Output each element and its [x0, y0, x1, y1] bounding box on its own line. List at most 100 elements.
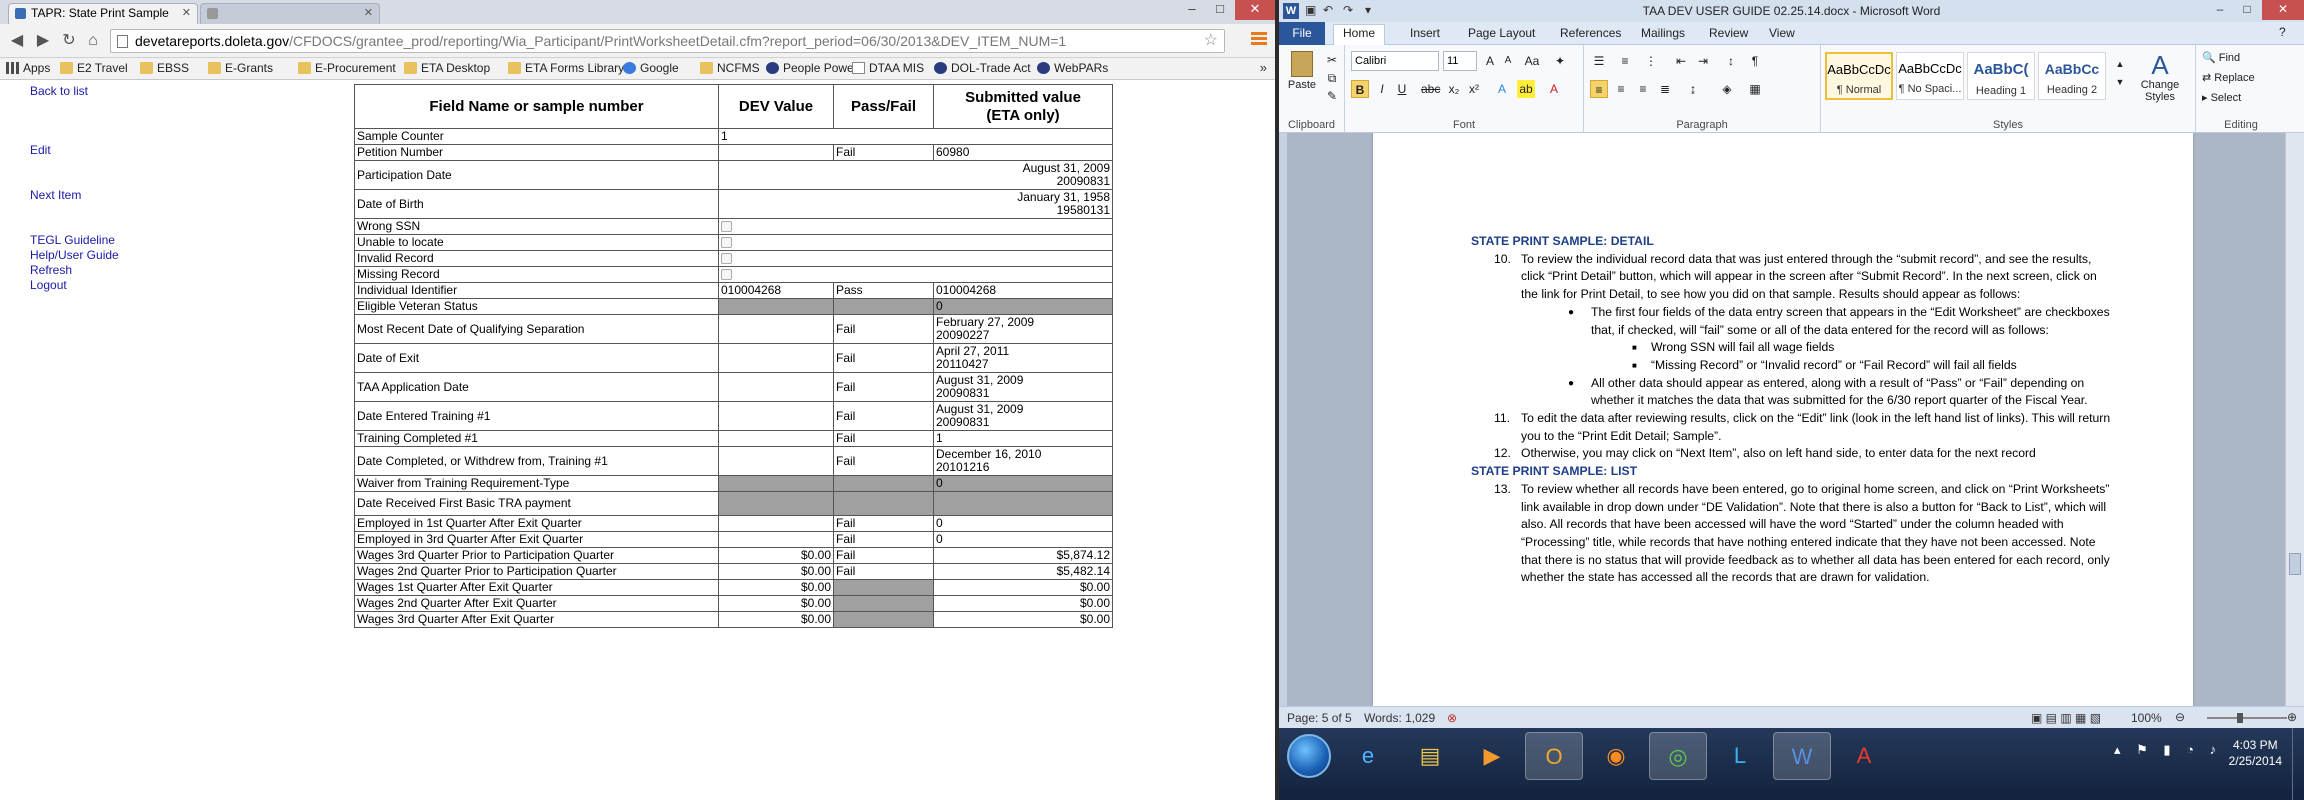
word-minimize-button[interactable]: – — [2207, 0, 2233, 20]
change-case-icon[interactable]: Aa — [1523, 52, 1541, 70]
styles-scroll-up-icon[interactable]: ▲ — [2111, 55, 2129, 73]
edit-link[interactable]: Edit — [30, 143, 51, 157]
style-heading-2[interactable]: AaBbCc Heading 2 — [2038, 52, 2106, 100]
align-left-icon[interactable]: ≡ — [1590, 80, 1608, 98]
close-button[interactable]: ✕ — [1235, 0, 1275, 20]
tab-home[interactable]: Home — [1333, 24, 1386, 45]
superscript-icon[interactable]: x² — [1465, 80, 1483, 98]
start-button[interactable] — [1287, 734, 1331, 778]
acrobat-icon[interactable]: A — [1835, 732, 1893, 780]
logout-link[interactable]: Logout — [30, 278, 67, 292]
highlight-icon[interactable]: ab — [1517, 80, 1535, 98]
help-user-guide-link[interactable]: Help/User Guide — [30, 248, 119, 262]
strikethrough-icon[interactable]: abc — [1421, 80, 1440, 98]
minimize-button[interactable]: – — [1178, 0, 1206, 20]
document-body[interactable]: STATE PRINT SAMPLE: DETAIL 10. To review … — [1471, 233, 2111, 587]
bookmark-e-procurement[interactable]: E-Procurement — [298, 61, 396, 76]
find-button[interactable]: 🔍 Find — [2202, 51, 2240, 64]
font-size-select[interactable]: 11 — [1443, 51, 1477, 71]
cut-icon[interactable]: ✂ — [1323, 51, 1341, 69]
checkbox[interactable] — [721, 269, 732, 281]
bookmark-eta-forms-library[interactable]: ETA Forms Library — [508, 61, 624, 76]
tab-mailings[interactable]: Mailings — [1641, 25, 1685, 42]
redo-icon[interactable]: ↷ — [1343, 3, 1353, 17]
bullets-icon[interactable]: ☰ — [1590, 52, 1608, 70]
style-no-spacing[interactable]: AaBbCcDc ¶ No Spaci... — [1896, 52, 1964, 100]
address-bar[interactable]: devetareports.doleta.gov/CFDOCS/grantee_… — [110, 29, 1225, 53]
style-heading-1[interactable]: AaBbC(Heading 1 — [1967, 52, 2035, 100]
shrink-font-icon[interactable]: A — [1499, 52, 1517, 70]
sort-icon[interactable]: ↕ — [1722, 52, 1740, 70]
italic-icon[interactable]: I — [1373, 80, 1391, 98]
copy-icon[interactable]: ⧉ — [1323, 69, 1341, 87]
checkbox[interactable] — [721, 237, 732, 249]
zoom-in-icon[interactable]: ⊕ — [2287, 707, 2297, 727]
chrome-menu-icon[interactable] — [1251, 32, 1267, 48]
back-to-list-link[interactable]: Back to list — [30, 84, 88, 98]
justify-icon[interactable]: ≣ — [1656, 80, 1674, 98]
select-button[interactable]: ▸ Select — [2202, 91, 2241, 104]
font-color-icon[interactable]: A — [1545, 80, 1563, 98]
tab-page-layout[interactable]: Page Layout — [1468, 25, 1535, 42]
bookmark-ncfms[interactable]: NCFMS — [700, 61, 760, 76]
proofing-icon[interactable]: ⊗ — [1447, 708, 1457, 728]
decrease-indent-icon[interactable]: ⇤ — [1672, 52, 1690, 70]
document-page[interactable]: STATE PRINT SAMPLE: DETAIL 10. To review … — [1373, 133, 2193, 706]
bookmark-e2-travel[interactable]: E2 Travel — [60, 61, 128, 76]
bookmark-dol-trade-act[interactable]: DOL-Trade Act — [934, 61, 1031, 76]
subscript-icon[interactable]: x₂ — [1445, 80, 1463, 98]
show-formatting-icon[interactable]: ¶ — [1746, 52, 1764, 70]
back-icon[interactable]: ◀ — [6, 30, 28, 52]
page-count[interactable]: Page: 5 of 5 — [1287, 708, 1352, 728]
multilevel-list-icon[interactable]: ⋮ — [1642, 52, 1660, 70]
tab-view[interactable]: View — [1769, 25, 1795, 42]
tab-file[interactable]: File — [1279, 22, 1325, 45]
zoom-knob[interactable] — [2237, 713, 2243, 723]
zoom-out-icon[interactable]: ⊖ — [2175, 707, 2185, 727]
close-tab-icon[interactable]: ✕ — [364, 4, 373, 23]
undo-icon[interactable]: ↶ — [1323, 3, 1333, 17]
scrollbar-thumb[interactable] — [2289, 553, 2301, 575]
numbering-icon[interactable]: ≡ — [1616, 52, 1634, 70]
reload-icon[interactable]: ↻ — [58, 30, 80, 52]
tab-tapr[interactable]: TAPR: State Print Sample ✕ — [8, 3, 198, 24]
lync-icon[interactable]: L — [1711, 732, 1769, 780]
bookmark-dtaa-mis[interactable]: DTAA MIS — [852, 61, 924, 76]
forward-icon[interactable]: ▶ — [32, 30, 54, 52]
zoom-level[interactable]: 100% — [2131, 708, 2162, 728]
bookmark-star-icon[interactable]: ☆ — [1204, 30, 1218, 52]
save-icon[interactable]: ▣ — [1305, 3, 1316, 17]
word-count[interactable]: Words: 1,029 — [1364, 708, 1435, 728]
help-icon[interactable]: ? — [2279, 24, 2286, 41]
format-painter-icon[interactable]: ✎ — [1323, 87, 1341, 105]
chrome-icon[interactable]: ◎ — [1649, 732, 1707, 780]
bookmark-eta-desktop[interactable]: ETA Desktop — [404, 61, 490, 76]
checkbox[interactable] — [721, 253, 732, 265]
bookmark-e-grants[interactable]: E-Grants — [208, 61, 273, 76]
align-center-icon[interactable]: ≡ — [1612, 80, 1630, 98]
tab-review[interactable]: Review — [1709, 25, 1748, 42]
text-effects-icon[interactable]: A — [1493, 80, 1511, 98]
increase-indent-icon[interactable]: ⇥ — [1694, 52, 1712, 70]
internet-explorer-icon[interactable]: e — [1339, 732, 1397, 780]
bookmark-apps[interactable]: Apps — [6, 61, 50, 76]
grow-font-icon[interactable]: A — [1481, 52, 1499, 70]
customize-qat-icon[interactable]: ▾ — [1365, 3, 1371, 17]
styles-scroll-down-icon[interactable]: ▼ — [2111, 73, 2129, 91]
media-player-icon[interactable]: ▶ — [1463, 732, 1521, 780]
clock[interactable]: 4:03 PM 2/25/2014 — [2229, 737, 2282, 769]
document-scrollbar[interactable] — [2285, 133, 2304, 706]
tray-icons[interactable]: ▴ ⚑ ▮ ◔ ♪ — [2114, 742, 2222, 758]
line-spacing-icon[interactable]: ↨ — [1684, 80, 1702, 98]
zoom-slider[interactable] — [2207, 713, 2287, 723]
bookmark-webpars[interactable]: WebPARs — [1037, 61, 1108, 76]
more-bookmarks-icon[interactable]: » — [1260, 60, 1267, 75]
bookmark-people-power[interactable]: People Power — [766, 61, 858, 76]
tegl-guideline-link[interactable]: TEGL Guideline — [30, 233, 115, 247]
file-explorer-icon[interactable]: ▤ — [1401, 732, 1459, 780]
tab-references[interactable]: References — [1560, 25, 1621, 42]
underline-icon[interactable]: U — [1393, 80, 1411, 98]
font-name-select[interactable]: Calibri — [1351, 51, 1439, 71]
next-item-link[interactable]: Next Item — [30, 188, 81, 202]
tab-insert[interactable]: Insert — [1410, 25, 1440, 42]
